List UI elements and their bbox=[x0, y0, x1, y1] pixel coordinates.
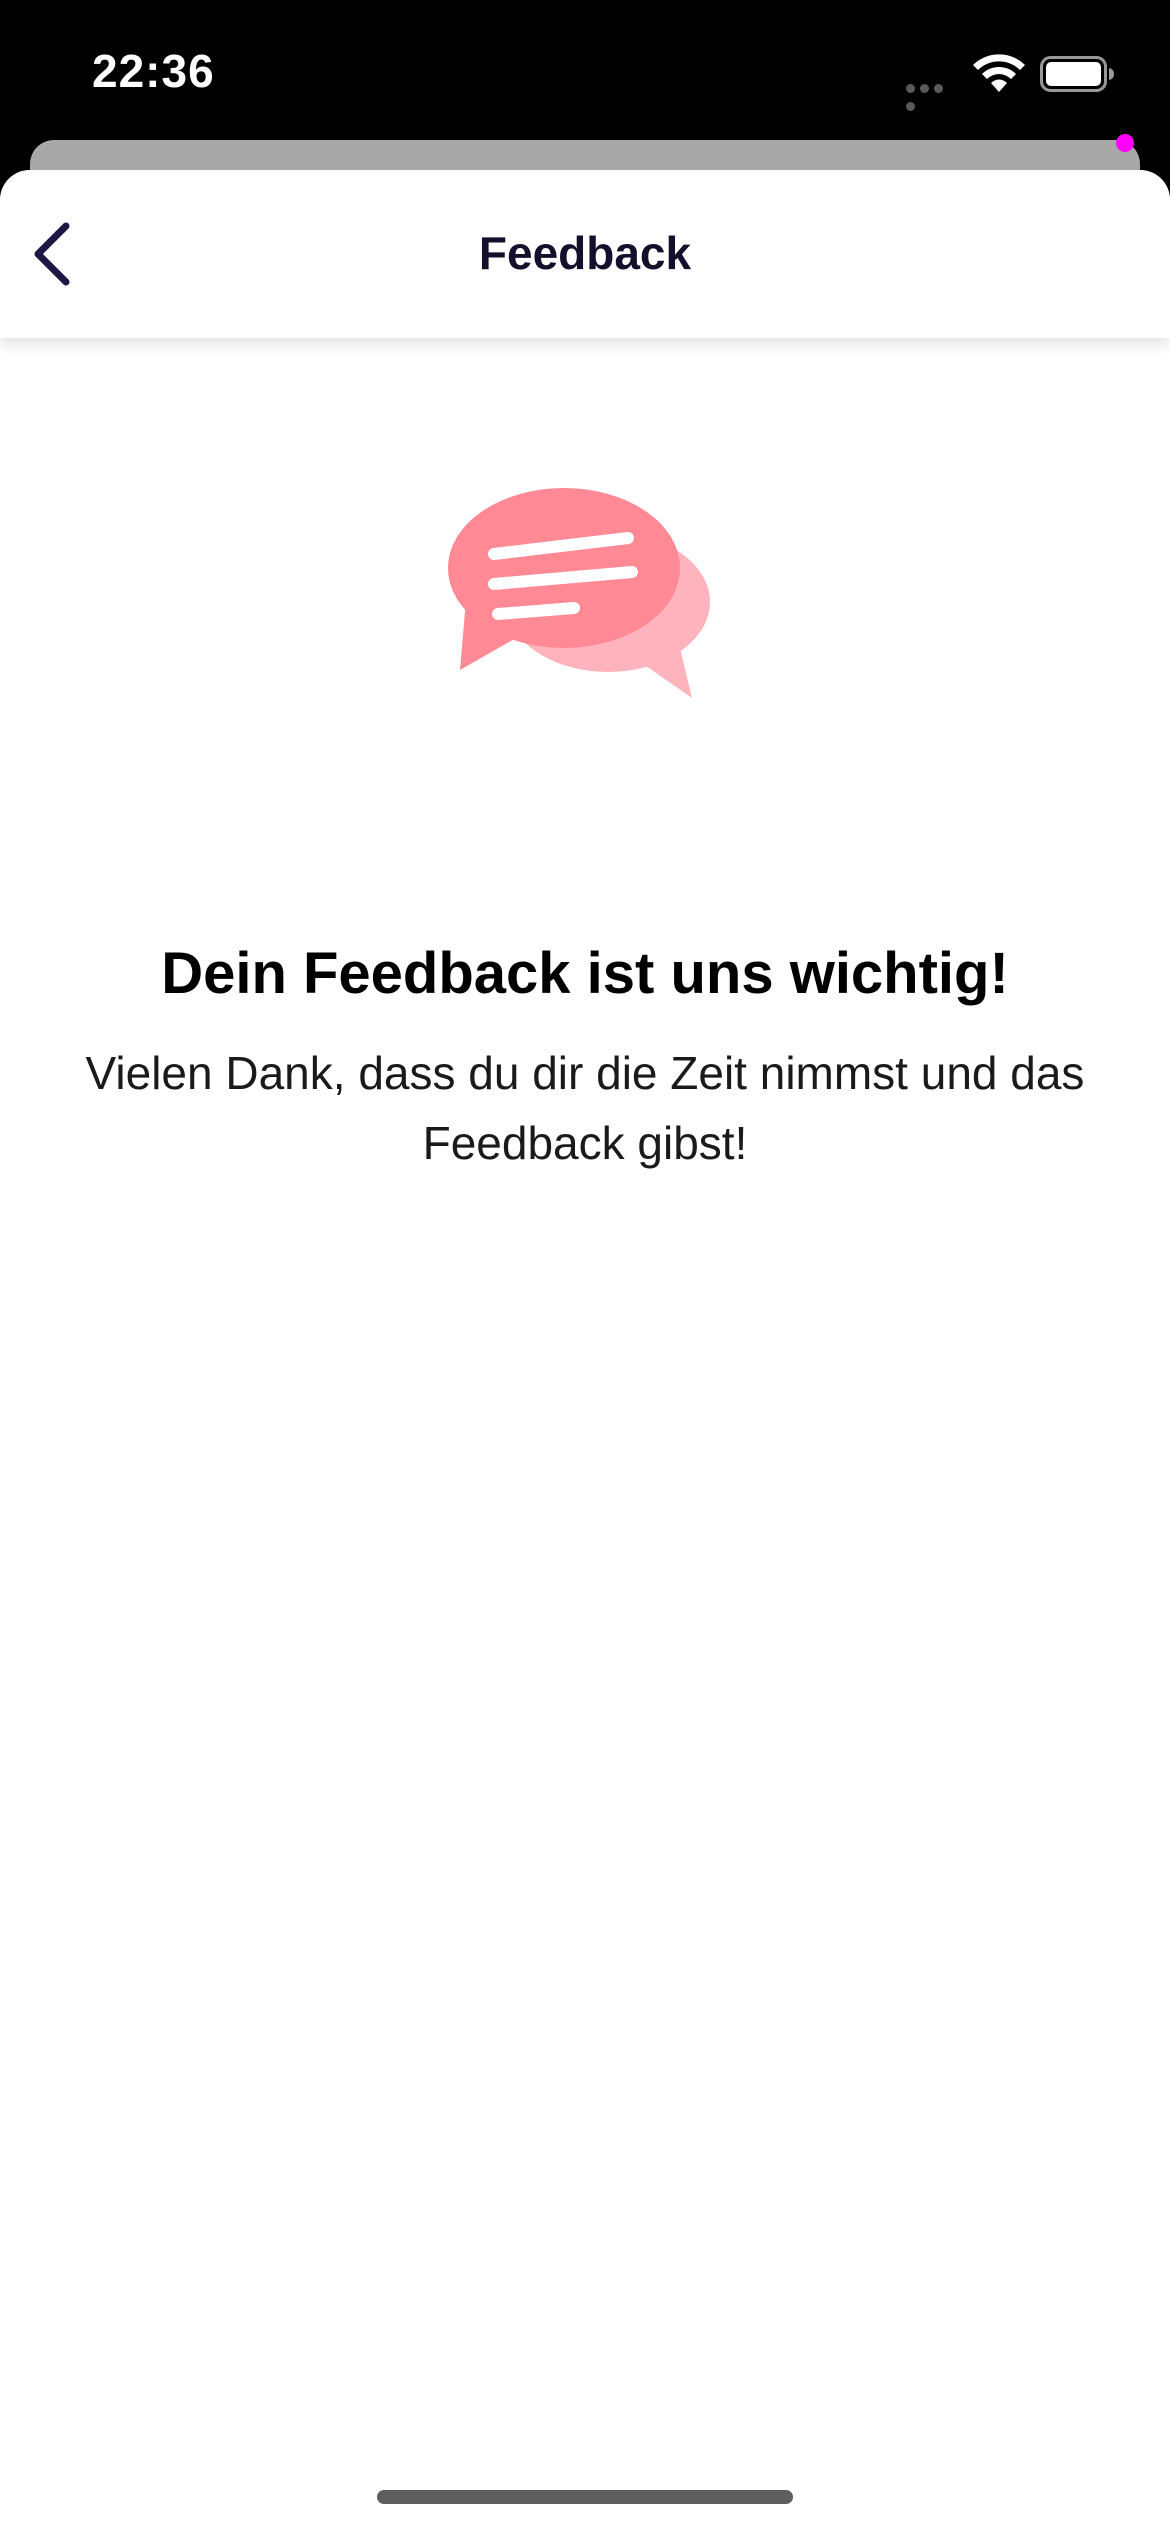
feedback-sheet: Feedback Dein Feedback ist uns wichtig! … bbox=[0, 170, 1170, 2532]
page-title: Feedback bbox=[478, 227, 692, 279]
status-time: 22:36 bbox=[92, 45, 215, 97]
wifi-icon bbox=[973, 54, 1025, 92]
battery-icon bbox=[1040, 56, 1114, 92]
status-bar: 22:36 bbox=[0, 0, 1170, 140]
cellular-dots-icon bbox=[906, 80, 960, 111]
navigation-bar: Feedback bbox=[0, 170, 1170, 338]
home-indicator[interactable] bbox=[377, 2490, 793, 2504]
privacy-indicator-dot bbox=[1116, 134, 1134, 152]
app-screen: 22:36 Feedback Dein Feedback ist uns wic… bbox=[0, 0, 1170, 2532]
feedback-headline: Dein Feedback ist uns wichtig! bbox=[161, 941, 1009, 1006]
chat-bubbles-icon bbox=[448, 488, 710, 698]
feedback-message: Vielen Dank, dass du dir die Zeit nimmst… bbox=[85, 1047, 1085, 1169]
